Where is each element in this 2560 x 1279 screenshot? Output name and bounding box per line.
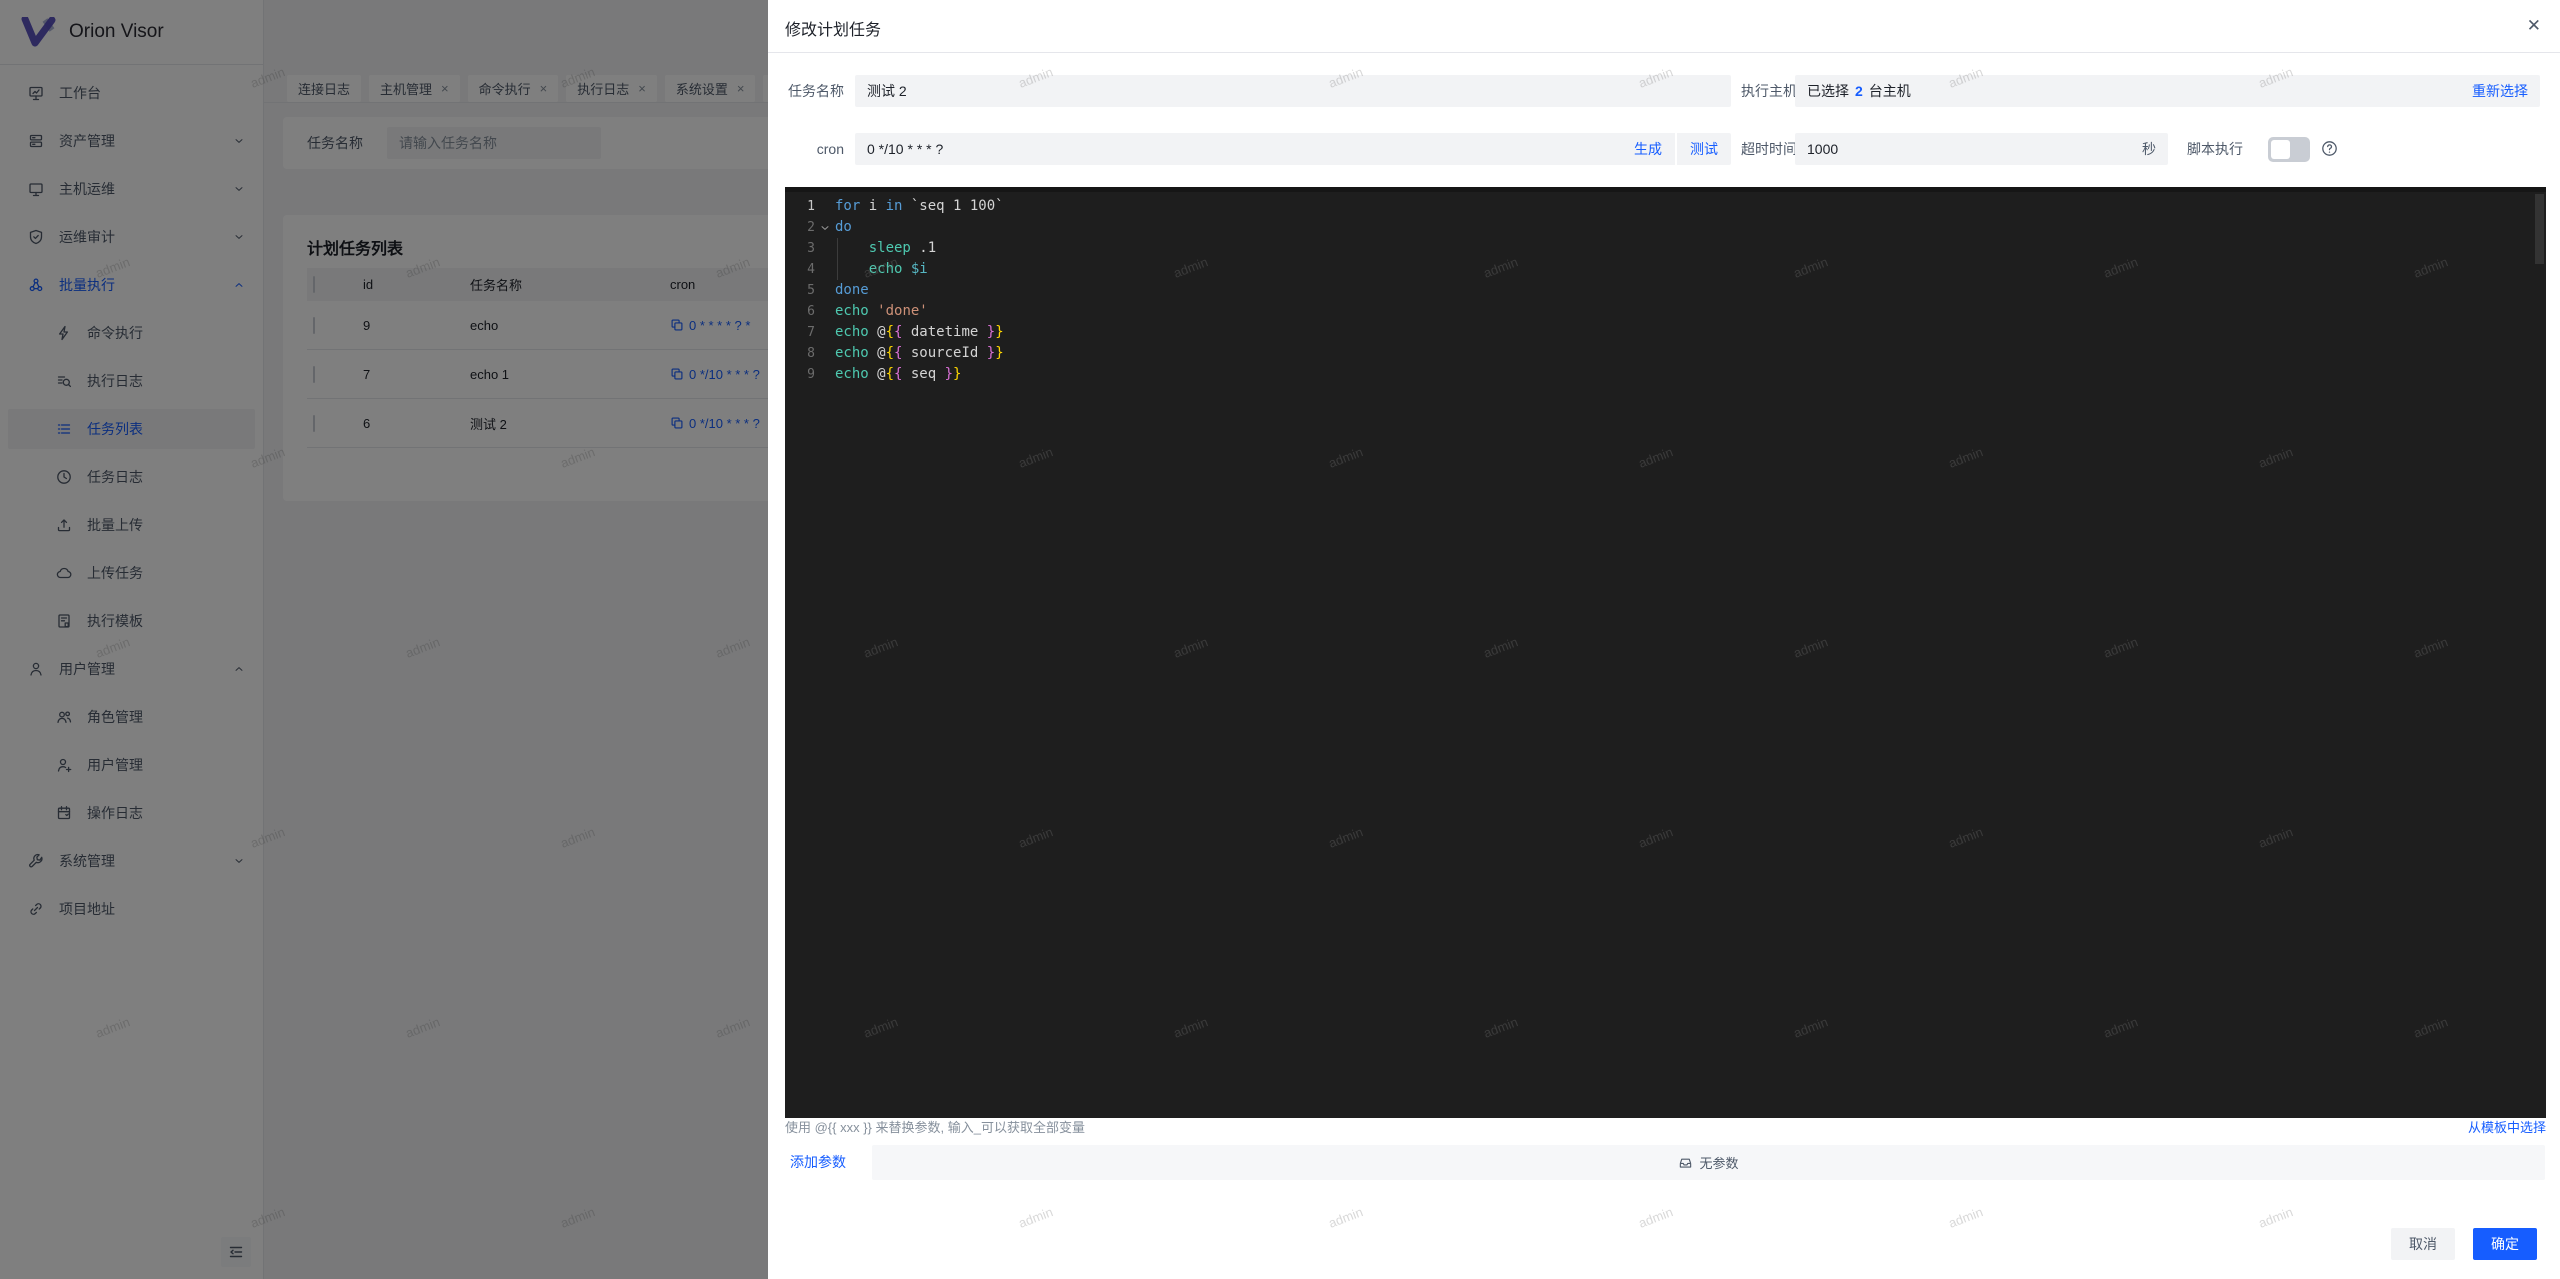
code-line: 3 sleep .1 bbox=[785, 238, 2546, 259]
fold-gutter bbox=[815, 196, 835, 217]
timeout-field: 秒 bbox=[1795, 133, 2168, 165]
watermark-text: admin bbox=[1016, 1204, 1054, 1231]
cron-test-link[interactable]: 测试 bbox=[1677, 139, 1731, 159]
fold-gutter bbox=[815, 301, 835, 322]
parameter-hint-text: 使用 @{{ xxx }} 来替换参数, 输入_可以获取全部变量 bbox=[785, 1117, 1085, 1136]
close-icon[interactable]: ✕ bbox=[2527, 17, 2541, 34]
code-lines: 1for i in `seq 1 100`2do3 sleep .14 echo… bbox=[785, 192, 2546, 385]
script-code-editor[interactable]: 1for i in `seq 1 100`2do3 sleep .14 echo… bbox=[785, 187, 2546, 1118]
code-line: 5 done bbox=[785, 280, 2546, 301]
indent-guide bbox=[837, 238, 838, 280]
empty-param-text: 无参数 bbox=[1699, 1153, 1738, 1172]
fold-chevron-icon[interactable] bbox=[815, 217, 835, 238]
code-text: sleep .1 bbox=[835, 238, 936, 259]
script-exec-label: 脚本执行 bbox=[2187, 133, 2243, 165]
task-name-input[interactable] bbox=[855, 83, 1731, 99]
selected-host-prefix: 已选择 bbox=[1795, 81, 1849, 101]
code-text: echo 'done' bbox=[835, 301, 928, 322]
reselect-hosts-link[interactable]: 重新选择 bbox=[2472, 81, 2528, 101]
empty-box-icon bbox=[1678, 1155, 1693, 1170]
code-text: echo @{{ sourceId }} bbox=[835, 343, 1004, 364]
line-number: 3 bbox=[785, 238, 815, 259]
modal-header: 修改计划任务 ✕ bbox=[768, 0, 2560, 53]
line-number: 1 bbox=[785, 196, 815, 217]
selected-host-count: 2 bbox=[1855, 83, 1863, 99]
cron-input[interactable] bbox=[855, 141, 1621, 157]
exec-host-field[interactable]: 已选择 2 台主机 重新选择 bbox=[1795, 75, 2540, 107]
line-number: 7 bbox=[785, 322, 815, 343]
code-text: do bbox=[835, 217, 852, 238]
modal-title: 修改计划任务 bbox=[785, 16, 881, 40]
line-number: 5 bbox=[785, 280, 815, 301]
watermark-text: admin bbox=[1326, 1204, 1364, 1231]
cancel-button[interactable]: 取消 bbox=[2391, 1228, 2455, 1260]
selected-host-suffix: 台主机 bbox=[1869, 81, 1911, 101]
parameter-empty-box: 无参数 bbox=[872, 1145, 2545, 1180]
fold-gutter bbox=[815, 238, 835, 259]
script-exec-toggle[interactable] bbox=[2268, 137, 2310, 162]
add-parameter-link[interactable]: 添加参数 bbox=[790, 1145, 846, 1180]
timeout-unit: 秒 bbox=[2142, 139, 2168, 159]
code-line: 1 for i in `seq 1 100` bbox=[785, 196, 2546, 217]
code-line: 6 echo 'done' bbox=[785, 301, 2546, 322]
fold-gutter bbox=[815, 259, 835, 280]
edit-scheduled-task-modal: 修改计划任务 ✕ 任务名称 执行主机 已选择 2 台主机 重新选择 cron 生… bbox=[768, 0, 2560, 1279]
line-number: 6 bbox=[785, 301, 815, 322]
code-line: 4 echo $i bbox=[785, 259, 2546, 280]
code-line: 8 echo @{{ sourceId }} bbox=[785, 343, 2546, 364]
timeout-input[interactable] bbox=[1795, 141, 2142, 157]
fold-gutter bbox=[815, 364, 835, 385]
line-number: 2 bbox=[785, 217, 815, 238]
code-text: for i in `seq 1 100` bbox=[835, 196, 1004, 217]
task-name-label: 任务名称 bbox=[788, 75, 844, 107]
line-number: 8 bbox=[785, 343, 815, 364]
line-number: 4 bbox=[785, 259, 815, 280]
help-icon[interactable] bbox=[2321, 140, 2338, 157]
cron-field: 生成 测试 bbox=[855, 133, 1731, 165]
cron-label: cron bbox=[788, 133, 844, 165]
task-name-field bbox=[855, 75, 1731, 107]
code-text: echo @{{ datetime }} bbox=[835, 322, 1004, 343]
line-number: 9 bbox=[785, 364, 815, 385]
code-text: done bbox=[835, 280, 869, 301]
code-line: 7 echo @{{ datetime }} bbox=[785, 322, 2546, 343]
code-text: echo $i bbox=[835, 259, 928, 280]
from-template-link[interactable]: 从模板中选择 bbox=[2468, 1117, 2546, 1136]
watermark-text: admin bbox=[1946, 1204, 1984, 1231]
fold-gutter bbox=[815, 343, 835, 364]
code-text: echo @{{ seq }} bbox=[835, 364, 961, 385]
timeout-label: 超时时间 bbox=[1741, 133, 1797, 165]
code-line: 9 echo @{{ seq }} bbox=[785, 364, 2546, 385]
confirm-button[interactable]: 确定 bbox=[2473, 1228, 2537, 1260]
fold-gutter bbox=[815, 280, 835, 301]
cron-generate-link[interactable]: 生成 bbox=[1621, 139, 1675, 159]
watermark-text: admin bbox=[1636, 1204, 1674, 1231]
watermark-text: admin bbox=[2256, 1204, 2294, 1231]
editor-scrollbar[interactable] bbox=[2535, 194, 2544, 264]
exec-host-label: 执行主机 bbox=[1741, 75, 1797, 107]
fold-gutter bbox=[815, 322, 835, 343]
code-line: 2 do bbox=[785, 217, 2546, 238]
